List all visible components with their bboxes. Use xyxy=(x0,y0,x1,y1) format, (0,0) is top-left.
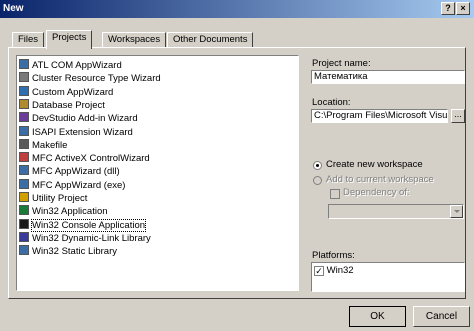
title-bar[interactable]: New ? × xyxy=(0,0,474,18)
new-dialog: New ? × Files Projects Workspaces Other … xyxy=(0,0,474,331)
project-type-label: ISAPI Extension Wizard xyxy=(32,126,133,138)
project-type-label: Win32 Application xyxy=(32,206,108,218)
add-workspace-label: Add to current workspace xyxy=(326,174,434,185)
database-icon xyxy=(19,98,29,109)
project-type-item[interactable]: DevStudio Add-in Wizard xyxy=(19,112,138,124)
win32-app-icon xyxy=(19,205,29,216)
project-type-label: Database Project xyxy=(32,99,105,111)
platform-label: Win32 xyxy=(326,265,354,276)
dependency-label: Dependency of: xyxy=(343,187,410,198)
project-type-label: Win32 Console Application xyxy=(30,218,147,232)
utility-icon xyxy=(19,192,29,202)
location-input[interactable]: C:\Program Files\Microsoft Visua xyxy=(311,109,448,123)
dll-icon xyxy=(19,231,29,242)
project-type-item[interactable]: ISAPI Extension Wizard xyxy=(19,125,133,138)
mfc-dll-icon xyxy=(19,165,29,176)
project-name-label: Project name: xyxy=(312,58,371,69)
project-type-item[interactable]: Cluster Resource Type Wizard xyxy=(19,72,161,84)
project-name-input[interactable]: Математика xyxy=(311,70,465,84)
project-type-item[interactable]: Win32 Application xyxy=(19,205,108,217)
project-type-label: ATL COM AppWizard xyxy=(32,60,122,71)
platforms-list[interactable]: ✓ Win32 xyxy=(311,262,465,292)
tab-files[interactable]: Files xyxy=(12,32,45,48)
project-type-item[interactable]: Utility Project xyxy=(19,192,87,204)
project-type-item[interactable]: Makefile xyxy=(19,138,68,151)
project-type-label: MFC AppWizard (dll) xyxy=(32,166,120,178)
tab-workspaces[interactable]: Workspaces xyxy=(102,32,167,48)
add-workspace-radio[interactable] xyxy=(313,176,322,185)
platform-checkbox[interactable]: ✓ xyxy=(314,266,324,276)
dependency-checkbox[interactable] xyxy=(330,189,340,199)
project-type-item[interactable]: MFC ActiveX ControlWizard xyxy=(19,152,150,164)
makefile-icon xyxy=(19,138,29,149)
custom-wizard-icon xyxy=(19,85,29,96)
dependency-combo[interactable] xyxy=(328,204,464,219)
project-type-item[interactable]: Win32 Dynamic-Link Library xyxy=(19,231,151,244)
create-workspace-label: Create new workspace xyxy=(326,159,423,170)
platform-item[interactable]: ✓ Win32 xyxy=(314,265,354,276)
project-type-item[interactable]: Win32 Static Library xyxy=(19,245,117,257)
ok-button[interactable]: OK xyxy=(349,306,406,327)
project-type-label: DevStudio Add-in Wizard xyxy=(32,113,138,125)
project-type-label: Win32 Dynamic-Link Library xyxy=(32,232,151,244)
isapi-icon xyxy=(19,125,29,136)
create-workspace-radio[interactable] xyxy=(313,161,322,170)
lib-icon xyxy=(19,245,29,256)
platforms-label: Platforms: xyxy=(312,250,355,261)
project-type-item[interactable]: ATL COM AppWizard xyxy=(19,59,122,71)
help-button[interactable]: ? xyxy=(441,2,455,15)
cluster-icon xyxy=(19,72,29,83)
project-type-item[interactable]: Database Project xyxy=(19,98,105,111)
mfc-exe-icon xyxy=(19,178,29,189)
project-type-label: MFC AppWizard (exe) xyxy=(32,179,126,191)
activex-icon xyxy=(19,152,29,163)
tab-projects[interactable]: Projects xyxy=(46,30,93,49)
addin-icon xyxy=(19,112,29,123)
cancel-button[interactable]: Cancel xyxy=(413,306,470,327)
browse-button[interactable]: ... xyxy=(451,109,465,123)
atl-icon xyxy=(19,59,29,69)
project-type-item[interactable]: Win32 Console Application xyxy=(19,218,147,232)
project-type-item[interactable]: MFC AppWizard (exe) xyxy=(19,178,126,191)
location-label: Location: xyxy=(312,97,351,108)
dropdown-arrow-icon[interactable] xyxy=(450,205,463,218)
project-type-label: Makefile xyxy=(32,139,68,151)
project-type-list[interactable]: ATL COM AppWizard Cluster Resource Type W… xyxy=(16,55,299,291)
project-type-label: Custom AppWizard xyxy=(32,86,114,98)
project-type-label: MFC ActiveX ControlWizard xyxy=(32,153,150,165)
close-button[interactable]: × xyxy=(456,2,470,15)
project-type-item[interactable]: MFC AppWizard (dll) xyxy=(19,165,120,177)
project-type-label: Utility Project xyxy=(32,193,88,204)
project-type-label: Win32 Static Library xyxy=(32,246,118,258)
window-title: New xyxy=(3,3,24,14)
console-icon xyxy=(19,218,29,229)
project-type-item[interactable]: Custom AppWizard xyxy=(19,85,114,98)
tab-other-documents[interactable]: Other Documents xyxy=(167,32,254,48)
project-type-label: Cluster Resource Type Wizard xyxy=(32,73,161,85)
